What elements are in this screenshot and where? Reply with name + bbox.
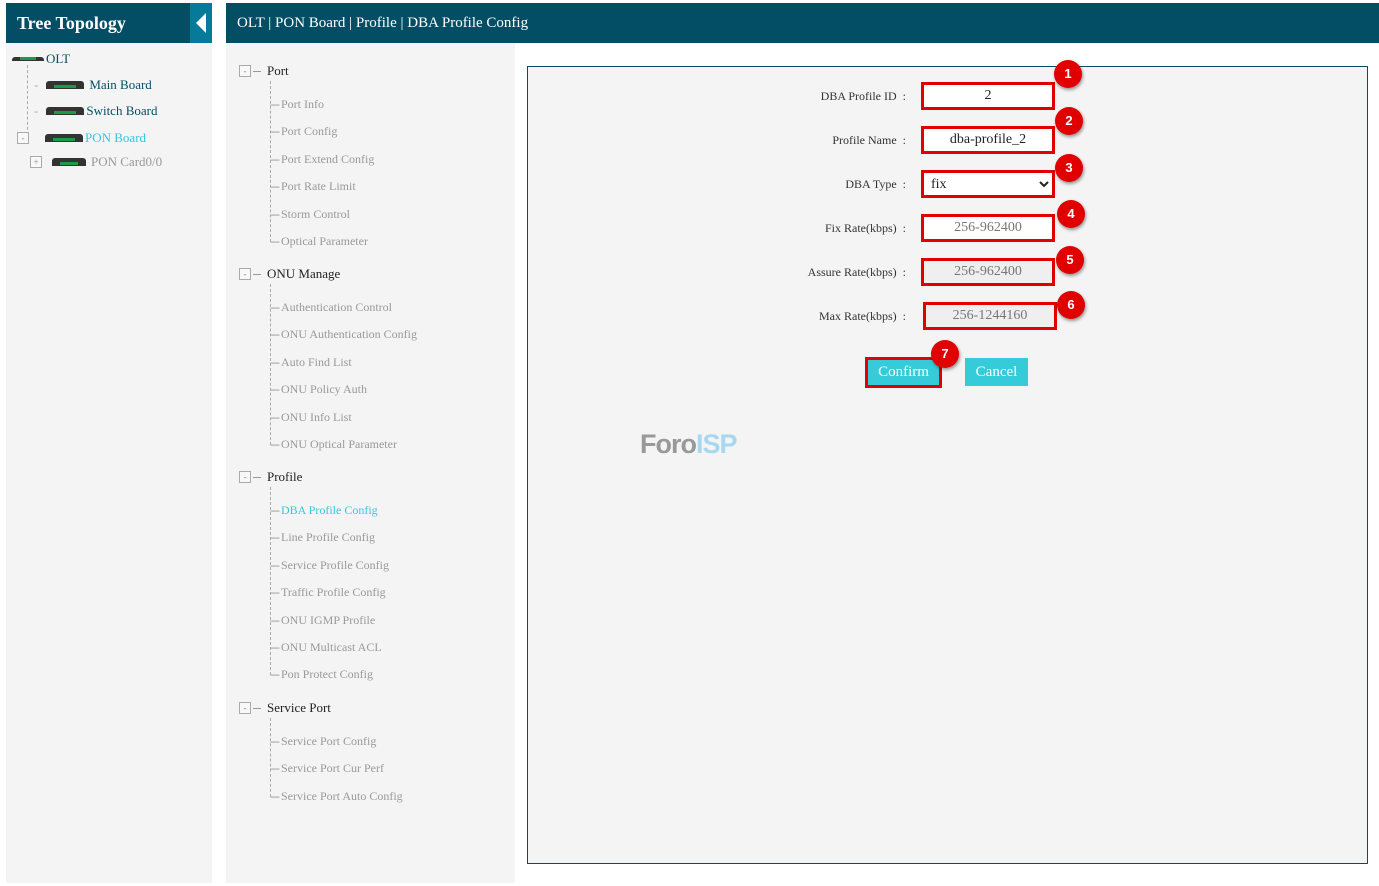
dba-type-label: DBA Type : (845, 177, 906, 191)
menu-group-service-port[interactable]: - Service Port (239, 700, 331, 716)
menu-group-port[interactable]: - Port (239, 63, 289, 79)
menu-group-onu-manage[interactable]: - ONU Manage (239, 266, 340, 282)
profile-name-label: Profile Name : (832, 133, 906, 147)
tree-node-pon-card[interactable]: + PON Card0/0 (30, 154, 162, 170)
tree-topology-header: Tree Topology (6, 3, 212, 43)
menu-item-onu-multicast-acl[interactable]: ONU Multicast ACL (270, 640, 382, 655)
menu-item-optical-parameter[interactable]: Optical Parameter (270, 234, 368, 249)
tree-topology-panel: Tree Topology OLT - Main Board - Switch Bo… (6, 3, 212, 883)
breadcrumb: OLT | PON Board | Profile | DBA Profile … (226, 3, 1379, 43)
tree-node-olt[interactable]: OLT (12, 51, 70, 67)
menu-group-label: Profile (267, 469, 303, 484)
profile-id-label: DBA Profile ID : (820, 89, 906, 103)
annotation-badge: 3 (1055, 154, 1083, 182)
menu-item-service-port-config[interactable]: Service Port Config (270, 734, 376, 749)
dba-profile-form: DBA Profile ID : Profile Name : DBA Type… (527, 60, 1368, 864)
node-label: PON Card0/0 (91, 154, 163, 169)
tree-node-main-board[interactable]: - Main Board (34, 77, 152, 93)
annotation-badge: 2 (1055, 107, 1083, 135)
collapse-icon[interactable]: - (17, 132, 29, 144)
function-menu: - Port Port Info Port Config Port Extend Con… (226, 43, 515, 883)
profile-name-input[interactable] (921, 126, 1055, 154)
collapse-icon[interactable]: - (239, 65, 251, 77)
menu-item-traffic-profile-config[interactable]: Traffic Profile Config (270, 585, 386, 600)
collapse-panel-button[interactable] (190, 3, 212, 43)
annotation-badge: 5 (1056, 246, 1084, 274)
menu-item-port-info[interactable]: Port Info (270, 97, 324, 112)
confirm-button[interactable]: Confirm (865, 357, 942, 388)
tree-line (27, 65, 28, 135)
collapse-icon[interactable]: - (239, 702, 251, 714)
menu-item-onu-optical-parameter[interactable]: ONU Optical Parameter (270, 437, 397, 452)
tree-node-switch-board[interactable]: - Switch Board (34, 103, 157, 119)
fix-rate-input[interactable] (921, 214, 1055, 242)
menu-item-storm-control[interactable]: Storm Control (270, 207, 350, 222)
menu-group-label: ONU Manage (267, 266, 341, 281)
board-icon (46, 107, 85, 115)
assure-rate-label: Assure Rate(kbps) : (807, 265, 906, 279)
menu-item-service-port-cur-perf[interactable]: Service Port Cur Perf (270, 761, 384, 776)
menu-item-dba-profile-config[interactable]: DBA Profile Config (270, 503, 378, 518)
menu-item-service-profile-config[interactable]: Service Profile Config (270, 558, 389, 573)
menu-group-profile[interactable]: - Profile (239, 469, 302, 485)
cancel-button[interactable]: Cancel (965, 358, 1028, 386)
tree-topology-title: Tree Topology (17, 13, 126, 33)
menu-group-label: Port (267, 63, 289, 78)
tree-line (270, 718, 271, 797)
annotation-badge: 4 (1057, 200, 1085, 228)
dba-type-select[interactable]: fix (921, 170, 1055, 198)
menu-item-onu-authentication-config[interactable]: ONU Authentication Config (270, 327, 417, 342)
menu-item-port-extend-config[interactable]: Port Extend Config (270, 152, 374, 167)
board-icon (45, 134, 83, 142)
menu-item-service-port-auto-config[interactable]: Service Port Auto Config (270, 789, 403, 804)
max-rate-label: Max Rate(kbps) : (819, 309, 906, 323)
board-icon (46, 81, 85, 89)
profile-id-input[interactable] (921, 82, 1055, 110)
expand-icon[interactable]: + (30, 156, 42, 168)
menu-item-onu-policy-auth[interactable]: ONU Policy Auth (270, 382, 367, 397)
node-label: PON Board (85, 130, 147, 145)
menu-item-line-profile-config[interactable]: Line Profile Config (270, 530, 375, 545)
collapse-icon[interactable]: - (239, 268, 251, 280)
menu-item-authentication-control[interactable]: Authentication Control (270, 300, 392, 315)
node-label: Switch Board (86, 103, 158, 118)
annotation-badge: 1 (1054, 60, 1082, 88)
menu-item-port-rate-limit[interactable]: Port Rate Limit (270, 179, 356, 194)
annotation-badge: 7 (931, 340, 959, 368)
tree-node-pon-board[interactable]: - PON Board (17, 130, 146, 146)
menu-item-onu-info-list[interactable]: ONU Info List (270, 410, 352, 425)
menu-item-port-config[interactable]: Port Config (270, 124, 337, 139)
annotation-badge: 6 (1057, 291, 1085, 319)
fix-rate-label: Fix Rate(kbps) : (824, 221, 906, 235)
device-icon (12, 57, 44, 61)
watermark-logo: ForoISP (640, 429, 738, 459)
collapse-icon[interactable]: - (239, 471, 251, 483)
node-label: Main Board (89, 77, 152, 92)
menu-item-onu-igmp-profile[interactable]: ONU IGMP Profile (270, 613, 375, 628)
assure-rate-input[interactable] (921, 258, 1055, 286)
card-icon (52, 158, 86, 166)
menu-group-label: Service Port (267, 700, 331, 715)
node-label: OLT (46, 51, 71, 66)
menu-item-auto-find-list[interactable]: Auto Find List (270, 355, 352, 370)
max-rate-input[interactable] (923, 302, 1057, 330)
menu-item-pon-protect-config[interactable]: Pon Protect Config (270, 667, 373, 682)
